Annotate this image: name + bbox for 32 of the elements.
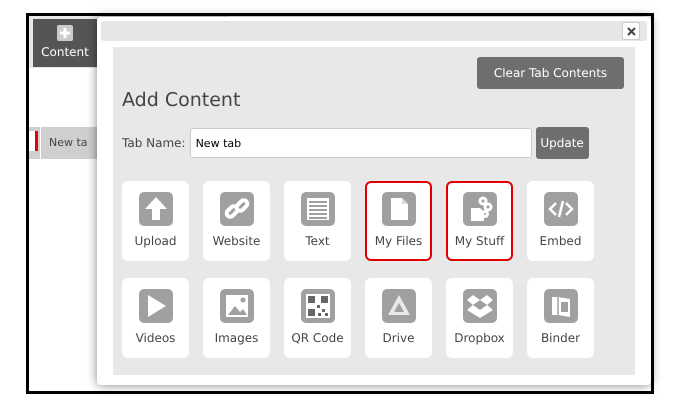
content-tile[interactable]: Drive [365, 278, 432, 358]
content-tile[interactable]: Videos [122, 278, 189, 358]
qr-code-icon [300, 289, 334, 323]
text-lines-icon [300, 192, 334, 226]
box-icon [462, 289, 496, 323]
link-icon [220, 192, 254, 226]
binder-icon [544, 289, 578, 323]
tab-name-field[interactable]: New tab [190, 128, 532, 158]
content-tile[interactable]: Embed [527, 181, 594, 261]
content-tile[interactable]: QR Code [284, 278, 351, 358]
play-icon [138, 289, 172, 323]
clear-tab-contents-button[interactable]: Clear Tab Contents [477, 57, 624, 89]
content-tile[interactable]: Upload [122, 181, 189, 261]
content-tile[interactable]: Images [203, 278, 270, 358]
content-tile[interactable]: My Stuff [446, 181, 513, 261]
tab-marker [29, 131, 38, 151]
content-tile[interactable]: Text [284, 181, 351, 261]
dialog-title: Add Content [122, 88, 240, 113]
tab-name-label: Tab Name: [122, 135, 186, 152]
update-button[interactable]: Update [536, 127, 589, 159]
content-tile[interactable]: Dropbox [446, 278, 513, 358]
content-tile[interactable]: My Files [365, 181, 432, 261]
content-button[interactable]: Content [33, 19, 97, 67]
file-icon [382, 192, 416, 226]
code-icon [544, 192, 578, 226]
close-icon [626, 26, 636, 36]
image-icon [220, 289, 254, 323]
content-tile[interactable]: Website [203, 181, 270, 261]
linked-file-icon [462, 192, 496, 226]
plus-icon [57, 25, 73, 41]
close-button[interactable] [622, 22, 640, 40]
content-tile[interactable]: Binder [527, 278, 594, 358]
